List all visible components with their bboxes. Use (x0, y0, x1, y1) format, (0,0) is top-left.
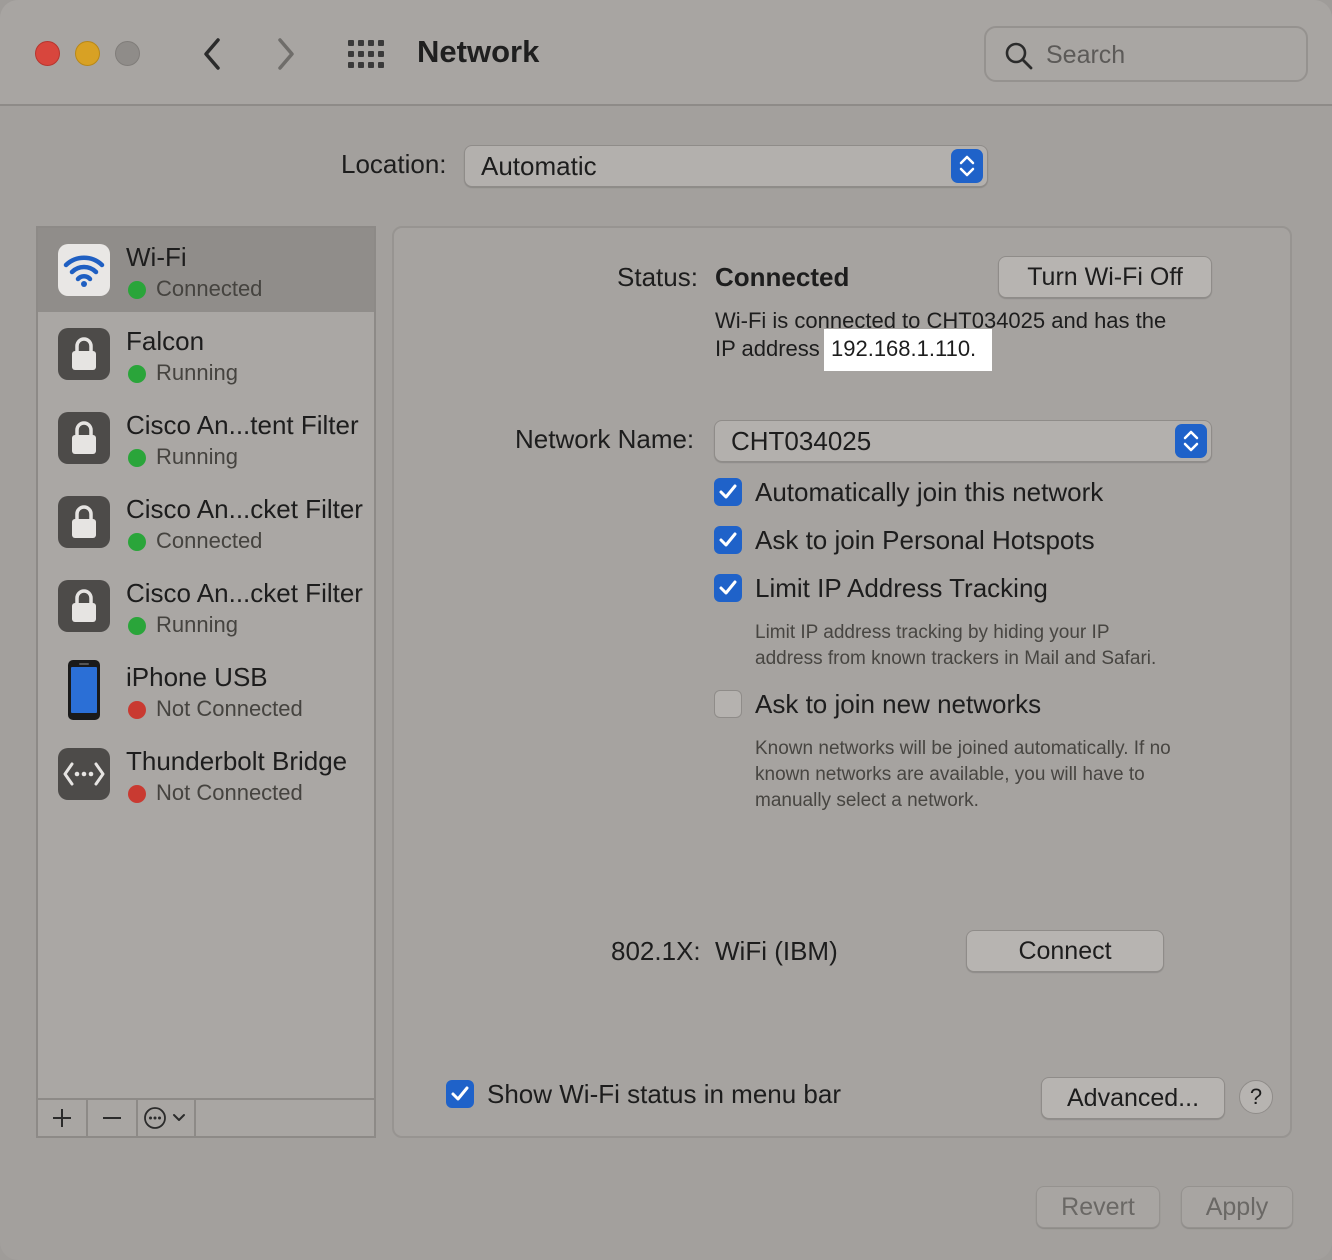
connect-button[interactable]: Connect (966, 930, 1164, 972)
chevron-left-icon (204, 38, 220, 70)
service-item-thunderbolt-bridge[interactable]: Thunderbolt Bridge Not Connected (38, 732, 374, 816)
grid-icon (348, 40, 384, 68)
status-dot (128, 785, 146, 803)
service-name: Cisco An...cket Filter (126, 494, 363, 524)
plus-icon (53, 1109, 71, 1127)
ip-address: 192.168.1.110. (831, 336, 977, 361)
network-preferences-window: Network Location: Automatic Wi-Fi Connec… (0, 0, 1332, 1260)
status-value: Connected (715, 262, 850, 292)
thunderbolt-bridge-icon (58, 748, 110, 800)
lock-icon (58, 412, 110, 464)
advanced-button[interactable]: Advanced... (1041, 1077, 1225, 1119)
wifi-icon (58, 244, 110, 296)
ellipsis-menu-icon (144, 1107, 185, 1129)
service-action-menu-button[interactable] (138, 1100, 196, 1136)
service-name: Thunderbolt Bridge (126, 746, 348, 776)
status-dot (128, 701, 146, 719)
wifi-detail-panel: Status: Connected Turn Wi-Fi Off Wi-Fi i… (392, 226, 1292, 1138)
apply-button[interactable]: Apply (1181, 1186, 1293, 1228)
service-name: Wi-Fi (126, 242, 187, 272)
show-all-grid-button[interactable] (346, 38, 386, 70)
service-name: Cisco An...cket Filter (126, 578, 363, 608)
service-status: Not Connected (156, 780, 303, 805)
dot1x-value: WiFi (IBM) (715, 936, 838, 966)
service-status: Running (156, 360, 238, 385)
zoom-window-button[interactable] (115, 41, 140, 66)
turn-wifi-off-button[interactable]: Turn Wi-Fi Off (998, 256, 1212, 298)
network-name-label: Network Name: (515, 424, 695, 454)
limit-ip-tracking-checkbox[interactable] (714, 574, 742, 602)
status-dot (128, 533, 146, 551)
network-name-value: CHT034025 (731, 426, 872, 456)
location-popup[interactable]: Automatic (464, 145, 988, 187)
service-status: Not Connected (156, 696, 303, 721)
status-description-ip-prefix: IP address (715, 336, 820, 361)
service-item-falcon[interactable]: Falcon Running (38, 312, 374, 396)
dot1x-label: 802.1X: (611, 936, 701, 966)
limit-ip-tracking-label: Limit IP Address Tracking (755, 573, 1048, 603)
limit-ip-help-line1: Limit IP address tracking by hiding your… (755, 622, 1110, 643)
service-list: Wi-Fi Connected Falcon Running Cisco An.… (36, 226, 376, 1138)
status-dot (128, 365, 146, 383)
service-item-cisco-content-filter[interactable]: Cisco An...tent Filter Running (38, 396, 374, 480)
auto-join-label: Automatically join this network (755, 477, 1104, 507)
service-item-cisco-packet-filter-1[interactable]: Cisco An...cket Filter Connected (38, 480, 374, 564)
service-name: Cisco An...tent Filter (126, 410, 359, 440)
show-wifi-status-label: Show Wi-Fi status in menu bar (487, 1079, 842, 1109)
back-button[interactable] (192, 32, 232, 76)
checkmark-icon (719, 532, 737, 547)
minimize-window-button[interactable] (75, 41, 100, 66)
service-status: Running (156, 444, 238, 469)
close-window-button[interactable] (35, 41, 60, 66)
status-dot (128, 449, 146, 467)
service-status: Connected (156, 528, 263, 553)
service-status: Running (156, 612, 238, 637)
iphone-icon (58, 660, 110, 720)
revert-button[interactable]: Revert (1036, 1186, 1160, 1228)
help-button[interactable]: ? (1239, 1080, 1273, 1114)
ask-join-hotspots-checkbox[interactable] (714, 526, 742, 554)
location-label: Location: (341, 149, 447, 179)
ask-new-help-line1: Known networks will be joined automatica… (755, 738, 1171, 759)
title-bar: Network (0, 0, 1332, 106)
checkmark-icon (719, 484, 737, 499)
chevron-right-icon (278, 38, 294, 70)
lock-icon (58, 328, 110, 380)
status-dot (128, 281, 146, 299)
status-label: Status: (617, 262, 698, 292)
search-field[interactable] (984, 26, 1308, 82)
lock-icon (58, 580, 110, 632)
limit-ip-help-line2: address from known trackers in Mail and … (755, 648, 1157, 669)
ask-join-new-networks-label: Ask to join new networks (755, 689, 1042, 719)
service-name: Falcon (126, 326, 205, 356)
service-name: iPhone USB (126, 662, 268, 692)
window-title: Network (417, 34, 540, 69)
forward-button[interactable] (266, 32, 306, 76)
service-item-wifi[interactable]: Wi-Fi Connected (38, 228, 374, 312)
ask-join-new-networks-checkbox[interactable] (714, 690, 742, 718)
service-item-iphone-usb[interactable]: iPhone USB Not Connected (38, 648, 374, 732)
up-down-chevron-icon (1175, 424, 1207, 458)
location-value: Automatic (481, 151, 597, 181)
ask-join-hotspots-label: Ask to join Personal Hotspots (755, 525, 1095, 555)
service-status: Connected (156, 276, 263, 301)
search-input[interactable] (1046, 40, 1286, 70)
service-item-cisco-packet-filter-2[interactable]: Cisco An...cket Filter Running (38, 564, 374, 648)
network-name-popup[interactable]: CHT034025 (714, 420, 1212, 462)
status-dot (128, 617, 146, 635)
add-service-button[interactable] (38, 1100, 88, 1136)
checkmark-icon (451, 1086, 469, 1101)
ask-new-help-line2: known networks are available, you will h… (755, 764, 1145, 785)
remove-service-button[interactable] (88, 1100, 138, 1136)
search-icon (1005, 42, 1033, 70)
service-list-toolbar (36, 1098, 376, 1138)
checkmark-icon (719, 580, 737, 595)
auto-join-checkbox[interactable] (714, 478, 742, 506)
minus-icon (103, 1117, 121, 1119)
show-wifi-status-checkbox[interactable] (446, 1080, 474, 1108)
ask-new-help-line3: manually select a network. (755, 790, 979, 811)
up-down-chevron-icon (951, 149, 983, 183)
lock-icon (58, 496, 110, 548)
